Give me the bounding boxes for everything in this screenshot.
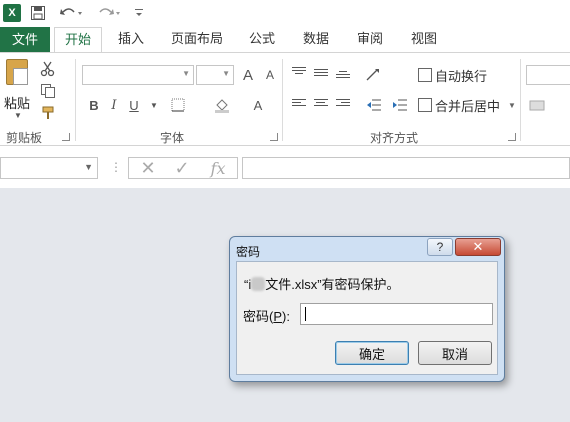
password-field[interactable] [300, 303, 493, 325]
insert-function-icon[interactable]: fx [203, 158, 233, 178]
password-label: 密码(P): [243, 306, 290, 325]
text-caret [305, 307, 306, 321]
save-icon[interactable] [30, 4, 46, 22]
format-painter-icon[interactable] [38, 103, 58, 123]
paste-label: 粘贴 [4, 96, 31, 111]
chevron-down-icon[interactable]: ▼ [144, 95, 164, 115]
chevron-down-icon: ▼ [84, 162, 93, 172]
chevron-down-icon: ▼ [222, 69, 230, 78]
alignment-group-label: 对齐方式 [370, 131, 419, 145]
increase-indent-icon[interactable] [390, 95, 410, 115]
message-prefix: “i [244, 277, 252, 292]
align-left-icon[interactable] [292, 99, 306, 111]
align-middle-icon[interactable] [314, 69, 328, 81]
ok-button[interactable]: 确定 [335, 341, 409, 365]
grow-font-icon[interactable]: A [238, 65, 258, 85]
paste-button[interactable]: 粘贴 ▼ [2, 57, 32, 123]
excel-logo-icon: X [3, 4, 21, 22]
close-button[interactable]: ✕ [455, 238, 501, 256]
merge-center-label: 合并后居中 [435, 98, 501, 114]
wrap-text-label: 自动换行 [435, 68, 488, 84]
redo-icon[interactable] [96, 4, 122, 22]
currency-format-icon[interactable] [528, 95, 548, 115]
undo-icon[interactable] [58, 4, 84, 22]
font-group-label: 字体 [160, 131, 185, 145]
align-top-icon[interactable] [292, 67, 306, 79]
merge-center-icon [418, 98, 432, 112]
align-bottom-icon[interactable] [336, 71, 350, 83]
font-name-combo[interactable]: ▼ [82, 65, 194, 85]
font-color-icon[interactable]: A [248, 95, 268, 115]
cancel-entry-icon[interactable]: ✕ [133, 158, 163, 178]
cancel-button[interactable]: 取消 [418, 341, 492, 365]
copy-icon[interactable] [38, 81, 58, 101]
tab-view[interactable]: 视图 [402, 27, 446, 53]
tab-page-layout[interactable]: 页面布局 [166, 27, 228, 53]
quick-access-toolbar: X [0, 0, 570, 27]
chevron-down-icon: ▼ [508, 100, 516, 110]
wrap-text-icon [418, 68, 432, 82]
merge-center-button[interactable]: 合并后居中 ▼ [418, 95, 516, 115]
align-right-icon[interactable] [336, 99, 350, 111]
alignment-launcher-icon[interactable] [508, 133, 516, 141]
underline-button[interactable]: U [124, 95, 144, 115]
password-label-post: ): [282, 309, 290, 324]
fill-color-icon[interactable] [212, 95, 232, 115]
dialog-title: 密码 [236, 245, 261, 259]
name-box[interactable]: ▼ [0, 157, 98, 179]
wrap-text-button[interactable]: 自动换行 [418, 65, 487, 85]
tab-data[interactable]: 数据 [294, 27, 338, 53]
ribbon-tabs: 文件 开始 插入 页面布局 公式 数据 审阅 视图 [0, 27, 570, 53]
formula-buttons: ✕ ✓ fx [128, 157, 238, 179]
group-divider [75, 59, 76, 141]
formula-bar: ▼ ⋮ ✕ ✓ fx [0, 146, 570, 188]
password-dialog: 密码 ? ✕ “i 文件.xlsx”有密码保护。 密码(P): 确定 取消 [229, 236, 505, 382]
tab-formulas[interactable]: 公式 [240, 27, 284, 53]
password-label-pre: 密码( [243, 309, 274, 324]
clipboard-launcher-icon[interactable] [62, 133, 70, 141]
tab-review[interactable]: 审阅 [348, 27, 392, 53]
number-format-combo[interactable] [526, 65, 570, 85]
clipboard-group-label: 剪贴板 [6, 131, 43, 145]
redacted-region [251, 277, 266, 291]
cut-icon[interactable] [38, 59, 58, 79]
align-center-icon[interactable] [314, 99, 328, 111]
dialog-message: “i 文件.xlsx”有密码保护。 [244, 274, 400, 293]
help-button[interactable]: ? [427, 238, 453, 256]
ribbon: 粘贴 ▼ 剪贴板 ▼ ▼ A A B I U ▼ A 字体 自动换行 合并后居中… [0, 52, 570, 146]
orientation-icon[interactable] [364, 65, 384, 85]
group-divider [520, 59, 521, 141]
font-launcher-icon[interactable] [270, 133, 278, 141]
font-size-combo[interactable]: ▼ [196, 65, 234, 85]
group-divider [282, 59, 283, 141]
bold-button[interactable]: B [84, 95, 104, 115]
tab-insert[interactable]: 插入 [108, 27, 154, 53]
chevron-down-icon: ▼ [182, 69, 190, 78]
tab-home[interactable]: 开始 [54, 27, 102, 53]
password-label-accel: P [273, 309, 283, 324]
formula-input[interactable] [242, 157, 570, 179]
message-suffix: 文件.xlsx”有密码保护。 [265, 277, 400, 292]
borders-icon[interactable] [168, 95, 188, 115]
shrink-font-icon[interactable]: A [260, 65, 280, 85]
confirm-entry-icon[interactable]: ✓ [167, 158, 197, 178]
tab-file[interactable]: 文件 [0, 27, 50, 53]
formula-bar-grip[interactable]: ⋮ [110, 160, 122, 174]
dialog-body: “i 文件.xlsx”有密码保护。 密码(P): 确定 取消 [236, 261, 498, 375]
chevron-down-icon: ▼ [14, 111, 22, 120]
paste-icon [6, 59, 28, 85]
italic-button[interactable]: I [104, 95, 124, 115]
customize-toolbar-icon[interactable] [134, 4, 144, 22]
decrease-indent-icon[interactable] [364, 95, 384, 115]
